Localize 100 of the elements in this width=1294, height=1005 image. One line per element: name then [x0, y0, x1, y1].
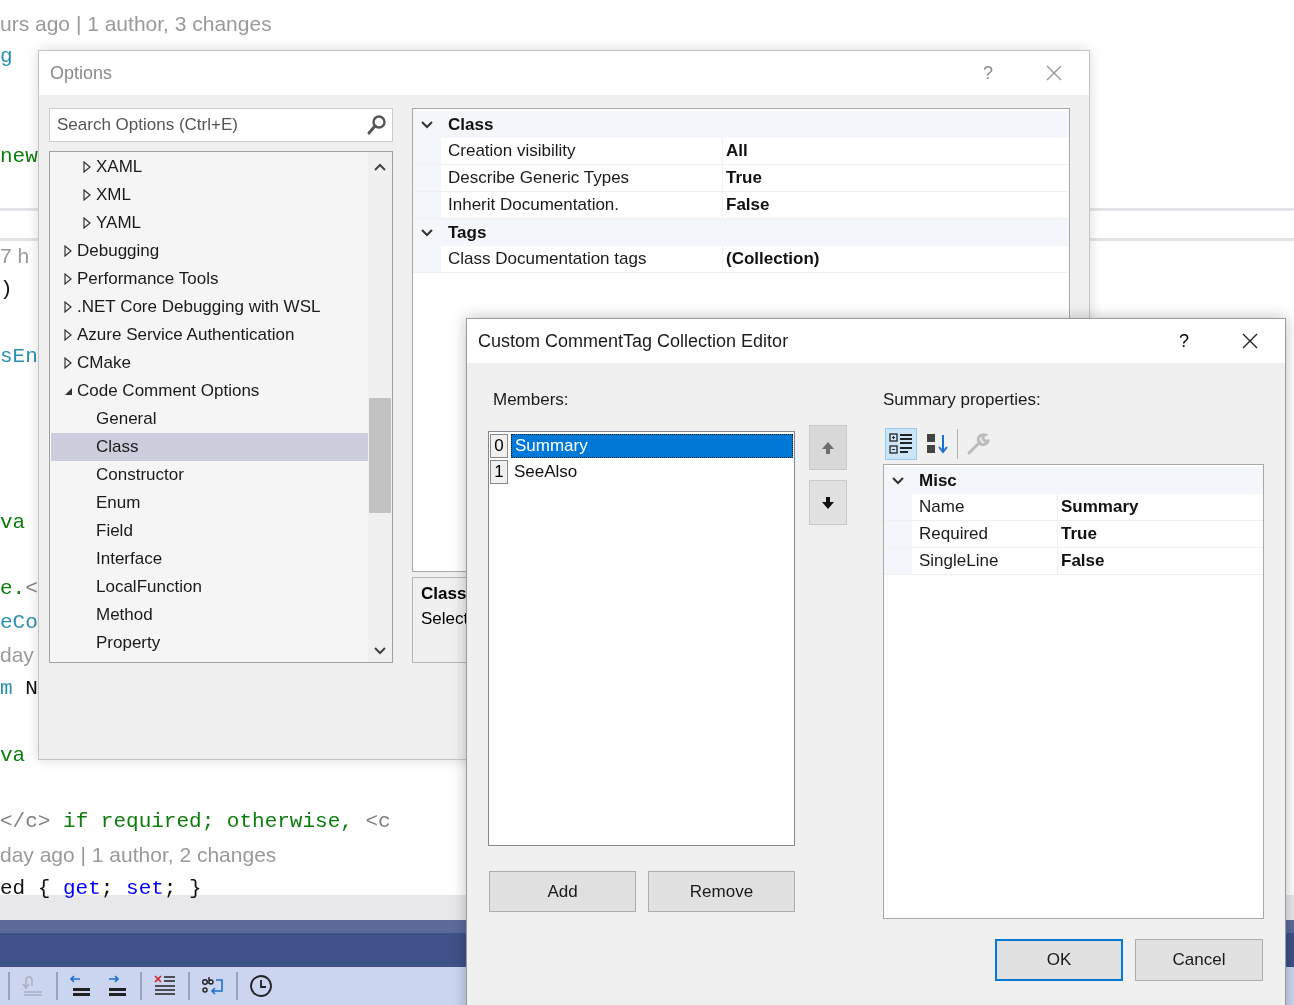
tree-item-label: Property: [96, 633, 161, 653]
collapsed-arrow-icon[interactable]: [64, 245, 72, 257]
tree-item[interactable]: LocalFunction: [51, 573, 368, 601]
tree-item-label: Constructor: [96, 465, 184, 485]
tree-item[interactable]: General: [51, 405, 368, 433]
category-row[interactable]: Class: [413, 111, 1069, 138]
tree-item-label: Class: [96, 437, 139, 457]
property-name[interactable]: Class Documentation tags: [441, 246, 723, 272]
property-value[interactable]: True: [1058, 524, 1097, 544]
collapsed-arrow-icon[interactable]: [83, 217, 91, 229]
scroll-down-icon[interactable]: [373, 646, 387, 656]
tree-item[interactable]: XAML: [51, 153, 368, 181]
chevron-down-icon[interactable]: [891, 475, 905, 486]
collapsed-arrow-icon[interactable]: [64, 273, 72, 285]
search-field[interactable]: Search Options (Ctrl+E): [49, 108, 393, 142]
property-name[interactable]: Name: [912, 494, 1058, 520]
wrench-icon: [965, 432, 991, 456]
category-name: Tags: [448, 222, 487, 243]
list-button[interactable]: Remove: [648, 871, 795, 912]
code-text: sEn: [0, 344, 38, 368]
property-row[interactable]: Name Summary: [884, 494, 1263, 521]
collapsed-arrow-icon[interactable]: [64, 301, 72, 313]
property-value[interactable]: False: [1058, 551, 1105, 571]
property-value[interactable]: True: [723, 168, 762, 188]
description-text: Select: [421, 609, 470, 629]
code-text: set: [126, 876, 164, 900]
property-row[interactable]: Class Documentation tags (Collection): [413, 246, 1069, 273]
chevron-down-icon[interactable]: [420, 119, 434, 130]
property-row[interactable]: Required True: [884, 521, 1263, 548]
code-text: <c: [365, 810, 391, 833]
tree-item[interactable]: CMake: [51, 349, 368, 377]
categorized-button[interactable]: [885, 428, 917, 460]
delete-lines-icon[interactable]: [152, 974, 178, 998]
tree-item[interactable]: Class: [51, 433, 368, 461]
property-row[interactable]: SingleLine False: [884, 548, 1263, 575]
property-row[interactable]: Describe Generic Types True: [413, 165, 1069, 192]
property-value[interactable]: Summary: [1058, 497, 1139, 517]
property-value[interactable]: False: [723, 195, 770, 215]
help-button[interactable]: ?: [983, 62, 993, 84]
collapsed-arrow-icon[interactable]: [64, 357, 72, 369]
properties-label: Summary properties:: [883, 389, 1042, 411]
property-name[interactable]: Required: [912, 521, 1058, 547]
collapsed-arrow-icon[interactable]: [83, 189, 91, 201]
tree-item[interactable]: XML: [51, 181, 368, 209]
property-name[interactable]: Describe Generic Types: [441, 165, 723, 191]
tree-item-label: YAML: [96, 213, 142, 233]
code-text: ;: [100, 876, 115, 900]
property-value[interactable]: (Collection): [723, 249, 820, 269]
collapsed-arrow-icon[interactable]: [83, 161, 91, 173]
property-name[interactable]: Inherit Documentation.: [441, 192, 723, 218]
category-row[interactable]: Misc: [884, 467, 1263, 494]
help-button[interactable]: ?: [1179, 330, 1189, 352]
tree-item-label: CMake: [77, 353, 131, 373]
dialog-button[interactable]: Cancel: [1135, 939, 1263, 981]
category-name: Misc: [919, 470, 957, 491]
code-lens-text: 7 h: [0, 244, 30, 269]
tree-item[interactable]: Field: [51, 517, 368, 545]
code-text: <: [25, 577, 38, 601]
tree-item[interactable]: Constructor: [51, 461, 368, 489]
code-text: get: [63, 876, 101, 900]
collapsed-arrow-icon[interactable]: [64, 329, 72, 341]
list-button[interactable]: Add: [489, 871, 636, 912]
tree-item[interactable]: Method: [51, 601, 368, 629]
dialog-button[interactable]: OK: [995, 939, 1123, 981]
tree-item[interactable]: Interface: [51, 545, 368, 573]
search-icon[interactable]: [366, 114, 388, 136]
tree-item-label: .NET Core Debugging with WSL: [77, 297, 321, 317]
tree-item[interactable]: Code Comment Options: [51, 377, 368, 405]
chevron-down-icon[interactable]: [420, 227, 434, 238]
property-name[interactable]: Creation visibility: [441, 138, 723, 164]
sort-list-icon: [924, 432, 950, 456]
code-text: ed {: [0, 876, 52, 900]
code-text: new: [0, 145, 38, 168]
code-text: e.: [0, 577, 26, 601]
tree-item-label: Code Comment Options: [77, 381, 260, 401]
tree-item[interactable]: Azure Service Authentication: [51, 321, 368, 349]
tree-item[interactable]: Performance Tools: [51, 265, 368, 293]
close-icon[interactable]: [1241, 332, 1259, 350]
members-label: Members:: [492, 389, 570, 411]
tree-item[interactable]: YAML: [51, 209, 368, 237]
clock-icon[interactable]: [248, 973, 274, 999]
description-title: Class: [421, 584, 468, 604]
code-text: g: [0, 45, 13, 69]
property-row[interactable]: Creation visibility All: [413, 138, 1069, 165]
property-name[interactable]: SingleLine: [912, 548, 1058, 574]
tree-item[interactable]: Property: [51, 629, 368, 657]
category-row[interactable]: Tags: [413, 219, 1069, 246]
property-value[interactable]: All: [723, 141, 748, 161]
member-item[interactable]: SeeAlso: [511, 460, 793, 484]
move-down-button[interactable]: [809, 480, 847, 525]
tree-item[interactable]: Debugging: [51, 237, 368, 265]
scroll-up-icon[interactable]: [373, 162, 387, 172]
member-item[interactable]: Summary: [511, 434, 793, 458]
tree-item[interactable]: .NET Core Debugging with WSL: [51, 293, 368, 321]
member-index: 0: [490, 434, 508, 458]
expanded-arrow-icon[interactable]: [63, 386, 73, 396]
scrollbar-thumb[interactable]: [369, 398, 391, 513]
scrollbar[interactable]: [368, 152, 392, 662]
tree-item[interactable]: Enum: [51, 489, 368, 517]
tree-item-label: Method: [96, 605, 153, 625]
